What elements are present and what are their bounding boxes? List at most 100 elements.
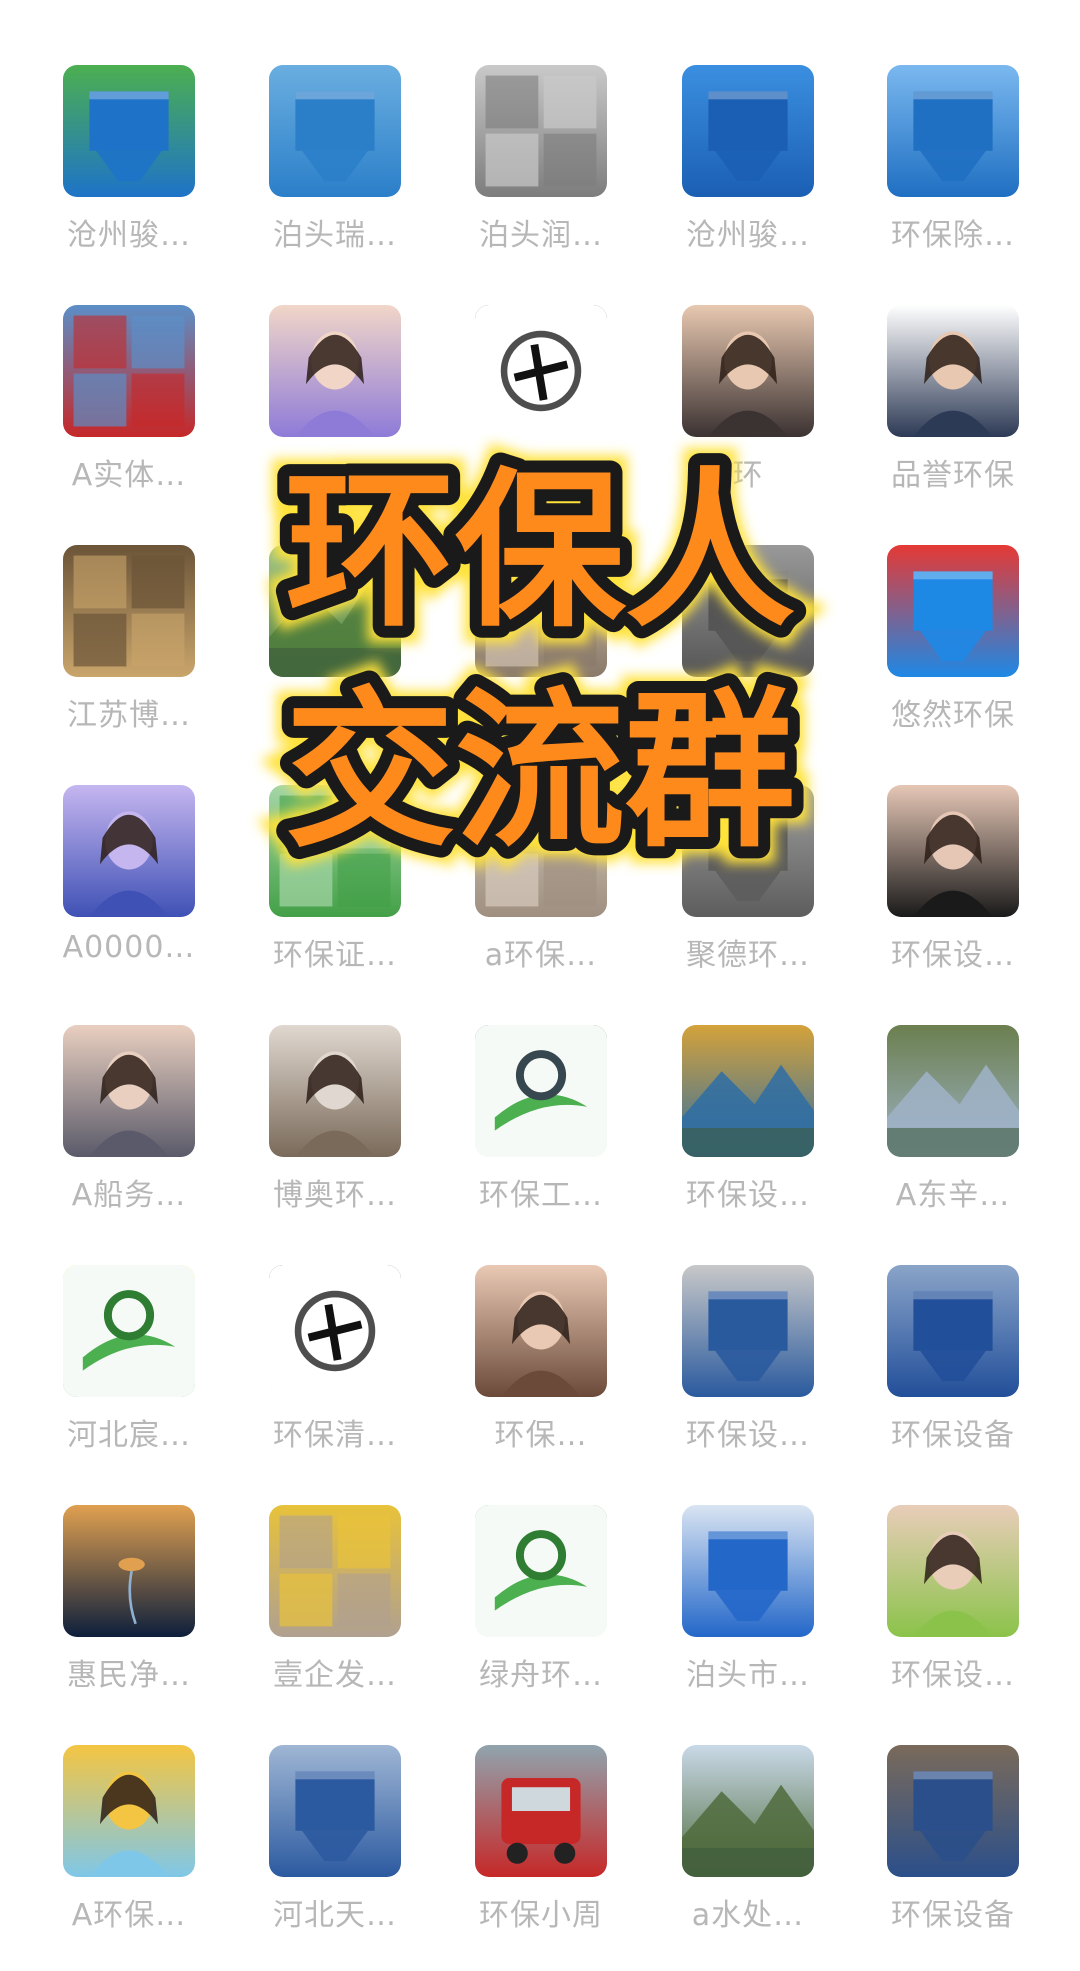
member-item[interactable]: A0000…	[34, 785, 224, 985]
member-avatar[interactable]	[63, 1265, 195, 1397]
member-item[interactable]: 壹企发…	[240, 1505, 430, 1705]
member-name: 壹企发…	[273, 1658, 397, 1693]
member-item[interactable]: A东辛…	[858, 1025, 1048, 1225]
member-name: 品誉环保	[891, 458, 1015, 493]
member-item[interactable]: 环保清…	[240, 1265, 430, 1465]
member-item[interactable]: a环保…	[446, 785, 636, 985]
member-avatar[interactable]	[269, 785, 401, 917]
member-avatar[interactable]	[269, 545, 401, 677]
member-avatar[interactable]	[269, 1025, 401, 1157]
member-avatar[interactable]	[887, 545, 1019, 677]
member-item[interactable]: 环保设…	[653, 1025, 843, 1225]
member-item[interactable]: 聚德环…	[653, 785, 843, 985]
member-name: A实体…	[71, 458, 187, 493]
member-avatar[interactable]	[63, 1505, 195, 1637]
member-item[interactable]: 泊头润…	[446, 65, 636, 265]
member-avatar[interactable]	[63, 305, 195, 437]
member-item[interactable]: 环保设…	[653, 1265, 843, 1465]
member-item[interactable]: 环保设备	[858, 1745, 1048, 1945]
member-avatar[interactable]	[682, 545, 814, 677]
member-item[interactable]: 河北宸…	[34, 1265, 224, 1465]
member-avatar[interactable]	[475, 1505, 607, 1637]
member-avatar[interactable]	[475, 545, 607, 677]
member-avatar[interactable]	[682, 305, 814, 437]
member-item[interactable]: 河北天…	[240, 1745, 430, 1945]
member-item[interactable]: 环保证…	[240, 785, 430, 985]
member-name: A环保…	[71, 1898, 187, 1933]
member-avatar[interactable]	[63, 1025, 195, 1157]
member-avatar[interactable]	[475, 1265, 607, 1397]
member-avatar[interactable]	[682, 65, 814, 197]
member-name: 河北天…	[273, 1898, 397, 1933]
member-item[interactable]: 泊头市…	[653, 1505, 843, 1705]
member-avatar[interactable]	[269, 1265, 401, 1397]
member-name: 泊头润…	[479, 218, 603, 253]
member-item[interactable]: 环保设备	[858, 1265, 1048, 1465]
member-item[interactable]: 环保…	[446, 1265, 636, 1465]
member-item[interactable]: 江苏博…	[34, 545, 224, 745]
member-item[interactable]: … 博…	[446, 545, 636, 745]
member-avatar[interactable]	[269, 305, 401, 437]
member-item[interactable]: 环保除…	[858, 65, 1048, 265]
member-avatar[interactable]	[887, 1505, 1019, 1637]
member-name: A0000…	[62, 930, 196, 965]
member-item[interactable]: 工地…	[240, 545, 430, 745]
member-name: 环保清…	[273, 1418, 397, 1453]
member-avatar[interactable]	[887, 1265, 1019, 1397]
member-name: … 博…	[489, 698, 593, 733]
member-item[interactable]: 惠民净…	[34, 1505, 224, 1705]
member-item[interactable]	[240, 305, 430, 505]
member-avatar[interactable]	[269, 1505, 401, 1637]
member-item[interactable]: 环保设…	[858, 1505, 1048, 1705]
member-avatar[interactable]	[475, 785, 607, 917]
member-avatar[interactable]	[475, 65, 607, 197]
member-item[interactable]: A船务…	[34, 1025, 224, 1225]
member-name: 环保工…	[479, 1178, 603, 1213]
member-item[interactable]: a水处…	[653, 1745, 843, 1945]
member-name: A船务…	[71, 1178, 187, 1213]
member-name: 工作…	[701, 698, 795, 733]
member-item[interactable]: 沧州骏…	[34, 65, 224, 265]
member-item[interactable]: A实体…	[34, 305, 224, 505]
member-name: 环保设备	[891, 1898, 1015, 1933]
member-grid: 沧州骏… 泊头瑞… 泊头润… 沧州骏… 环保除… A实体… 环 品誉环保 江苏博… 工地… … 博……	[0, 0, 1080, 1971]
member-avatar[interactable]	[682, 1025, 814, 1157]
member-item[interactable]: 绿舟环…	[446, 1505, 636, 1705]
member-avatar[interactable]	[887, 305, 1019, 437]
member-avatar[interactable]	[63, 785, 195, 917]
member-avatar[interactable]	[887, 1745, 1019, 1877]
member-avatar[interactable]	[475, 1025, 607, 1157]
member-name: 工地…	[288, 698, 382, 733]
member-item[interactable]: 悠然环保	[858, 545, 1048, 745]
member-avatar[interactable]	[682, 1505, 814, 1637]
member-item[interactable]: 品誉环保	[858, 305, 1048, 505]
member-avatar[interactable]	[63, 1745, 195, 1877]
member-avatar[interactable]	[269, 1745, 401, 1877]
member-avatar[interactable]	[475, 305, 607, 437]
member-item[interactable]	[446, 305, 636, 505]
member-item[interactable]: 工作…	[653, 545, 843, 745]
member-avatar[interactable]	[887, 65, 1019, 197]
member-item[interactable]: 泊头瑞…	[240, 65, 430, 265]
member-item[interactable]: 沧州骏…	[653, 65, 843, 265]
member-name: a环保…	[484, 938, 598, 973]
member-avatar[interactable]	[682, 785, 814, 917]
member-name: 惠民净…	[67, 1658, 191, 1693]
member-item[interactable]: 环保小周	[446, 1745, 636, 1945]
member-avatar[interactable]	[887, 785, 1019, 917]
member-item[interactable]: 环	[653, 305, 843, 505]
member-avatar[interactable]	[682, 1745, 814, 1877]
member-name: 泊头瑞…	[273, 218, 397, 253]
member-avatar[interactable]	[887, 1025, 1019, 1157]
member-avatar[interactable]	[475, 1745, 607, 1877]
member-avatar[interactable]	[682, 1265, 814, 1397]
member-item[interactable]: 环保设…	[858, 785, 1048, 985]
member-item[interactable]: 博奥环…	[240, 1025, 430, 1225]
member-item[interactable]: 环保工…	[446, 1025, 636, 1225]
member-name: 环保设…	[686, 1178, 810, 1213]
member-item[interactable]: A环保…	[34, 1745, 224, 1945]
member-name: 环保小周	[479, 1898, 603, 1933]
member-avatar[interactable]	[63, 65, 195, 197]
member-avatar[interactable]	[269, 65, 401, 197]
member-avatar[interactable]	[63, 545, 195, 677]
